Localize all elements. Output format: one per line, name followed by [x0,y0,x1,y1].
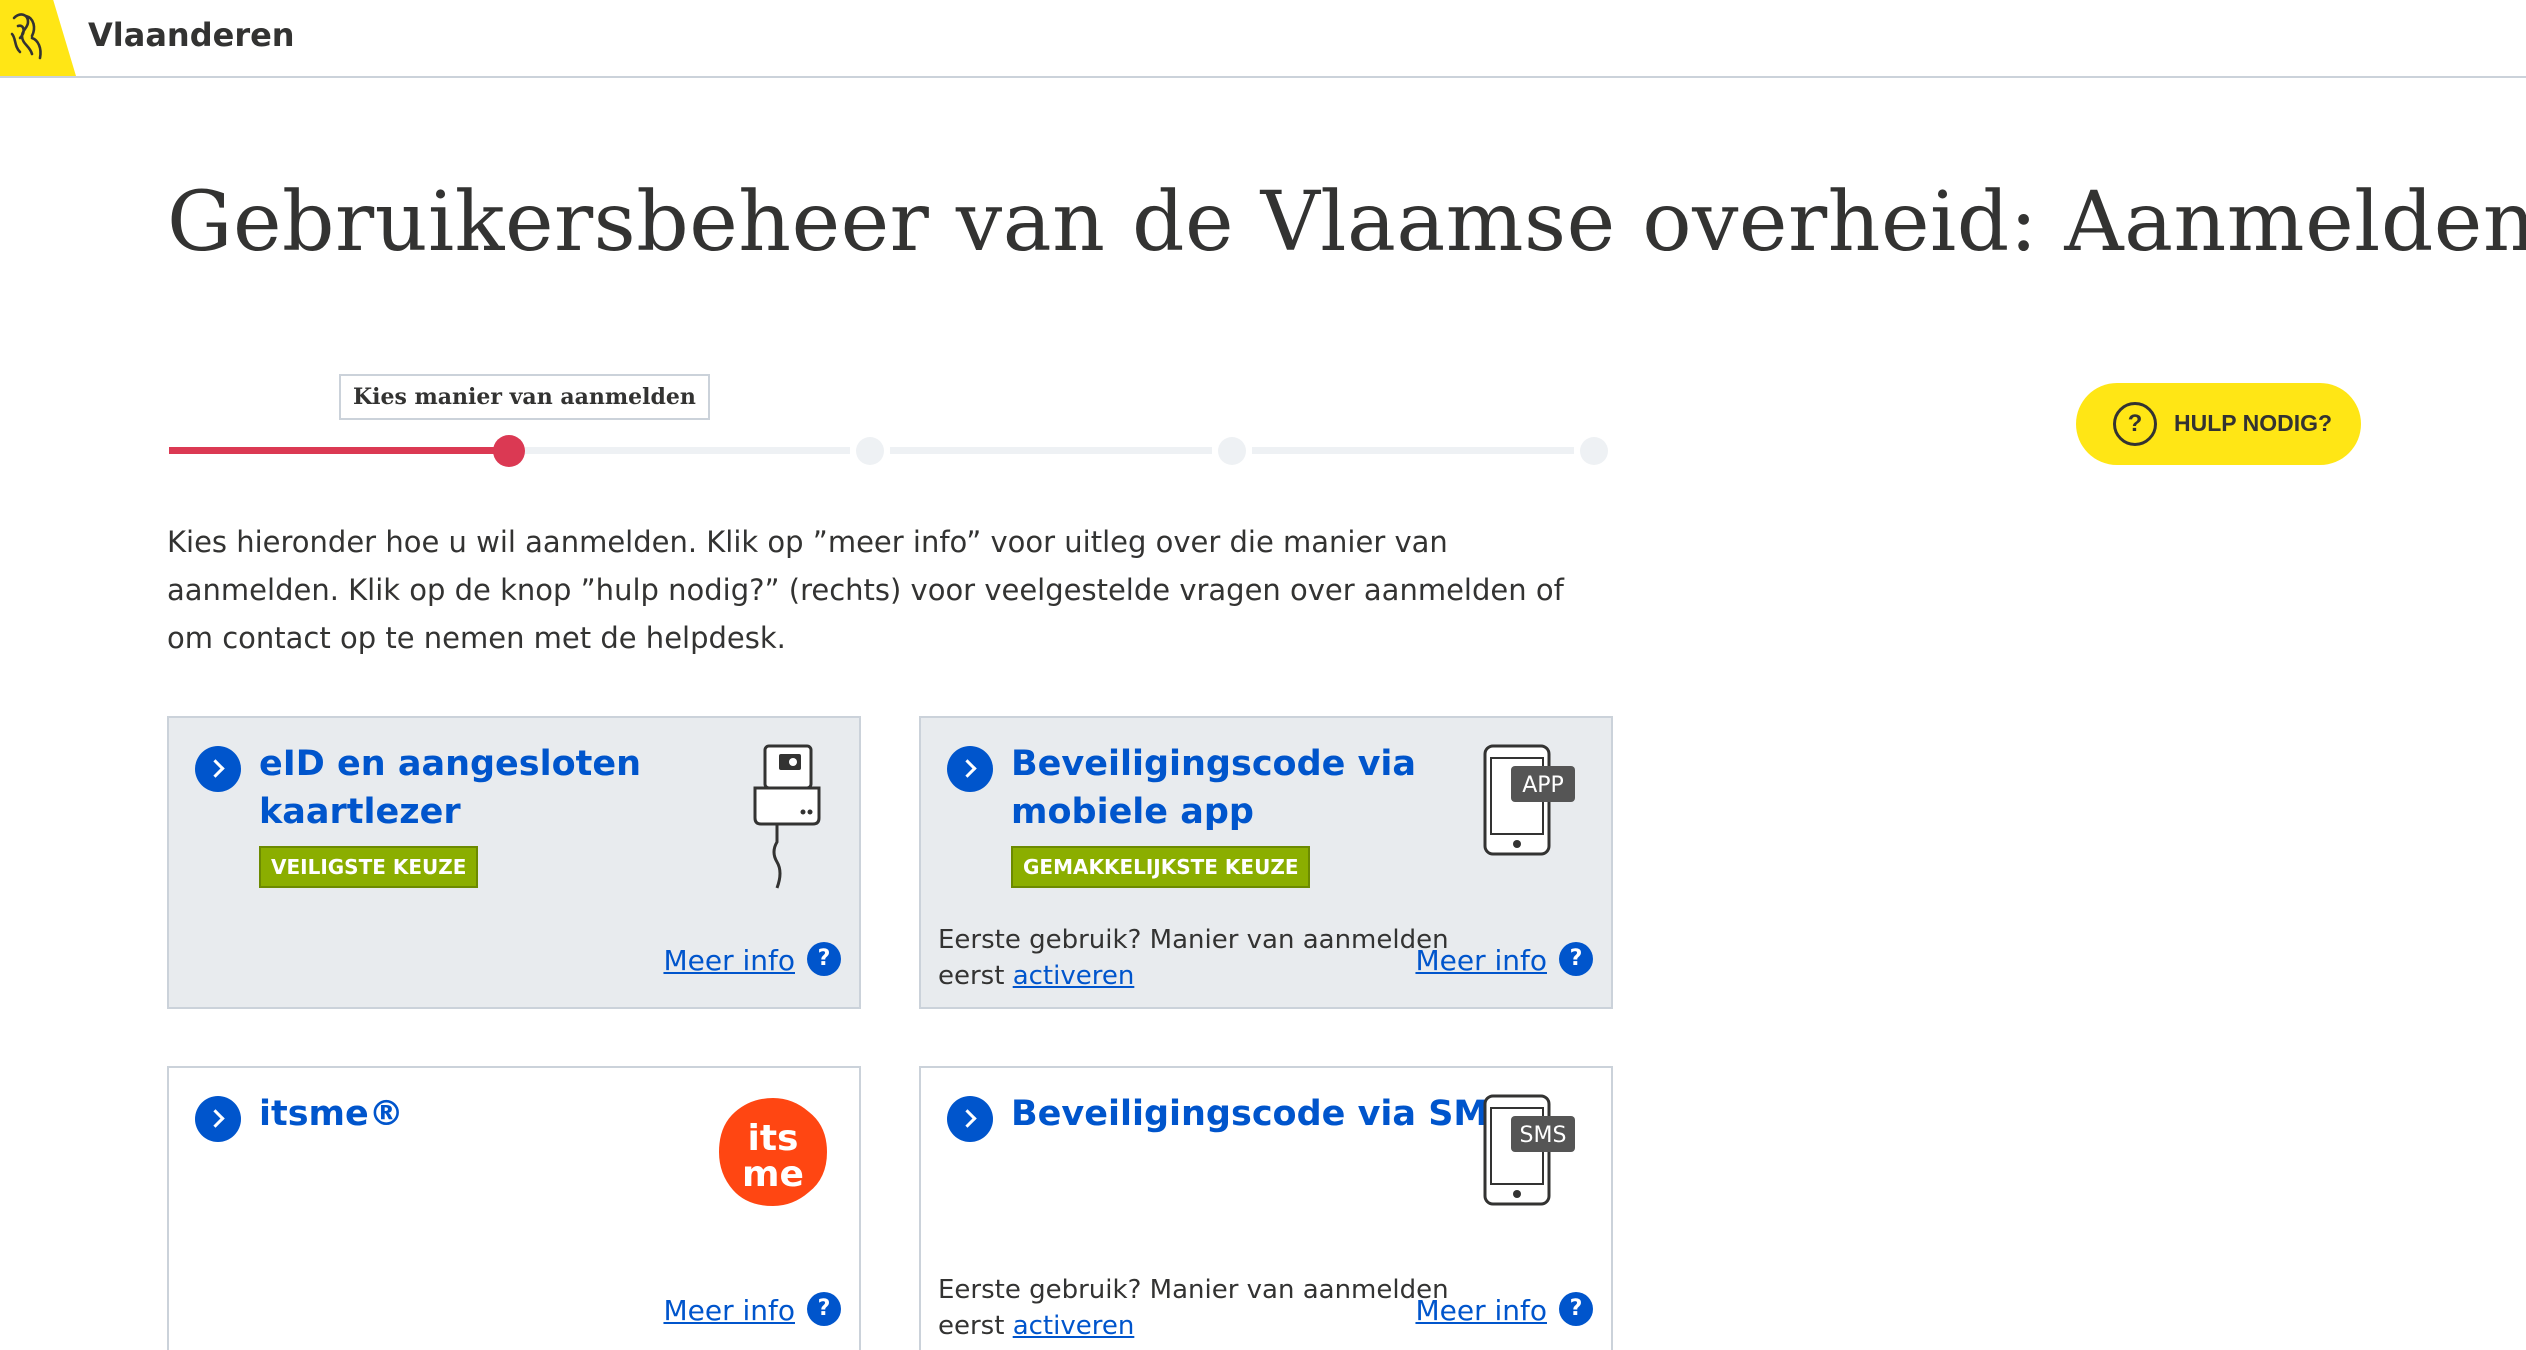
info-icon[interactable]: ? [807,1292,841,1326]
brand-name-link[interactable]: Vlaanderen [88,16,295,54]
top-header: Vlaanderen [0,0,2526,78]
activate-link[interactable]: activeren [1013,1311,1135,1341]
help-needed-button[interactable]: ? HULP NODIG? [2076,383,2361,465]
first-use-text: Eerste gebruik? Manier van aanmelden eer… [938,1275,1449,1341]
help-button-label: HULP NODIG? [2174,410,2333,436]
info-icon[interactable]: ? [807,942,841,976]
question-icon: ? [2113,402,2157,446]
svg-text:APP: APP [1522,773,1564,798]
current-step-tooltip: Kies manier van aanmelden [339,374,710,420]
option-card-sms[interactable]: Beveiligingscode via SMS SMS Eerste gebr… [919,1066,1613,1350]
chevron-right-icon[interactable] [195,746,241,792]
lion-icon [10,13,42,60]
vlaanderen-logo[interactable] [0,0,76,76]
page-title: Gebruikersbeheer van de Vlaamse overheid… [167,175,2526,270]
option-card-app[interactable]: Beveiligingscode via mobiele app GEMAKKE… [919,716,1613,1009]
svg-text:me: me [742,1154,804,1195]
progress-track [525,447,850,454]
phone-app-icon: APP [1483,744,1575,856]
option-title-app[interactable]: Beveiligingscode via mobiele app [1011,740,1431,836]
meer-info-link[interactable]: Meer info [1415,1294,1547,1327]
intro-text: Kies hieronder hoe u wil aanmelden. Klik… [167,525,1564,655]
option-title-sms[interactable]: Beveiligingscode via SMS [1011,1090,1531,1138]
chevron-right-icon[interactable] [195,1096,241,1142]
activate-link[interactable]: activeren [1013,961,1135,991]
step-dot-3 [856,437,884,465]
itsme-logo: its me [719,1098,827,1206]
meer-info-link[interactable]: Meer info [663,1294,795,1327]
meer-info-link[interactable]: Meer info [1415,944,1547,977]
step-dot-4 [1218,437,1246,465]
option-title-itsme[interactable]: itsme® [259,1090,679,1138]
option-card-itsme[interactable]: itsme® its me Meer info ? [167,1066,861,1350]
meer-info-link[interactable]: Meer info [663,944,795,977]
progress-track [890,447,1212,454]
option-title-eid[interactable]: eID en aangesloten kaartlezer [259,740,679,836]
progress-track [1252,447,1574,454]
svg-text:SMS: SMS [1520,1123,1567,1148]
option-card-eid[interactable]: eID en aangesloten kaartlezer VEILIGSTE … [167,716,861,1009]
chevron-right-icon[interactable] [947,1096,993,1142]
badge-easiest: GEMAKKELIJKSTE KEUZE [1011,846,1311,888]
first-use-text: Eerste gebruik? Manier van aanmelden eer… [938,925,1449,991]
svg-text:its: its [748,1118,799,1159]
info-icon[interactable]: ? [1559,1292,1593,1326]
step-dot-2-current [493,435,525,467]
phone-sms-icon: SMS [1483,1094,1575,1206]
info-icon[interactable]: ? [1559,942,1593,976]
progress-track-done [169,447,509,454]
card-reader-icon [753,744,821,889]
chevron-right-icon[interactable] [947,746,993,792]
step-dot-5 [1580,437,1608,465]
badge-safest: VEILIGSTE KEUZE [259,846,479,888]
